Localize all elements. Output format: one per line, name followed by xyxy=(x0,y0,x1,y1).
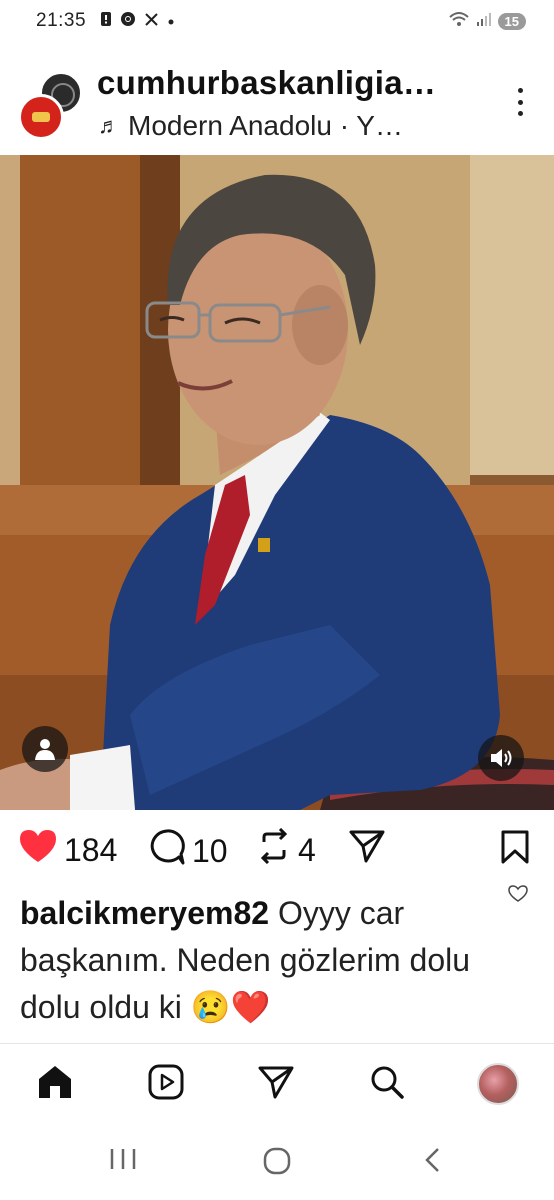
battery-icon: 15 xyxy=(497,13,526,30)
alert-icon xyxy=(100,11,112,31)
audio-title: Modern Anadolu · Y… xyxy=(128,110,403,141)
heart-outline-icon xyxy=(508,885,528,907)
person-icon xyxy=(34,737,56,761)
save-button[interactable] xyxy=(500,830,530,869)
status-time: 21:35 xyxy=(36,10,87,31)
action-bar: 184 10 4 xyxy=(0,820,554,880)
like-count: 184 xyxy=(64,831,118,868)
wifi-icon xyxy=(448,10,470,33)
system-nav xyxy=(0,1130,554,1200)
chrome-icon xyxy=(120,11,136,31)
signal-icon xyxy=(476,11,492,32)
search-icon xyxy=(369,1064,405,1105)
direct-icon xyxy=(257,1064,295,1105)
comment-button[interactable]: 10 xyxy=(148,828,228,874)
status-bar: 21:35 15 xyxy=(0,0,554,40)
bottom-nav xyxy=(0,1050,554,1120)
post-header: cumhurbaskanligia… ♬ Modern Anadolu · Y… xyxy=(0,52,554,152)
send-icon xyxy=(348,828,386,872)
nav-profile[interactable] xyxy=(476,1062,520,1106)
comment-icon xyxy=(148,828,186,874)
home-system-button[interactable] xyxy=(262,1146,292,1181)
heart-filled-icon xyxy=(18,828,58,872)
repost-icon xyxy=(256,827,292,872)
speaker-icon xyxy=(489,747,513,769)
featured-comment: balcikmeryem82 Oyyy car başkanım. Neden … xyxy=(20,890,500,1031)
comment-username[interactable]: balcikmeryem82 xyxy=(20,895,269,931)
post-photo[interactable] xyxy=(0,155,554,810)
tagged-people-button[interactable] xyxy=(22,726,68,772)
dot-icon xyxy=(167,13,175,30)
notification-icons xyxy=(100,11,175,31)
audio-link[interactable]: ♬ Modern Anadolu · Y… xyxy=(98,110,403,142)
nav-home[interactable] xyxy=(33,1062,77,1106)
home-icon xyxy=(36,1064,74,1105)
share-button[interactable] xyxy=(348,828,386,872)
nav-direct[interactable] xyxy=(254,1062,298,1106)
comment-like-button[interactable] xyxy=(508,885,528,908)
x-icon xyxy=(144,12,159,31)
back-icon xyxy=(422,1148,444,1178)
music-note-icon: ♬ xyxy=(98,113,120,138)
account-name[interactable]: cumhurbaskanligia… xyxy=(97,64,436,102)
home-circle-icon xyxy=(262,1147,292,1180)
system-status: 15 xyxy=(448,10,526,33)
like-button[interactable]: 184 xyxy=(18,828,117,872)
divider xyxy=(0,1043,554,1044)
repost-button[interactable]: 4 xyxy=(256,827,316,872)
owner-avatar xyxy=(18,94,64,140)
reels-icon xyxy=(148,1064,184,1105)
profile-avatar xyxy=(477,1063,519,1105)
nav-reels[interactable] xyxy=(144,1062,188,1106)
recents-button[interactable] xyxy=(108,1146,138,1177)
bookmark-icon xyxy=(500,830,530,868)
recents-icon xyxy=(108,1149,138,1176)
mute-button[interactable] xyxy=(478,735,524,781)
nav-search[interactable] xyxy=(365,1062,409,1106)
repost-count: 4 xyxy=(298,831,316,868)
comment-count: 10 xyxy=(192,832,228,869)
account-avatar[interactable] xyxy=(18,72,82,140)
back-button[interactable] xyxy=(422,1146,444,1179)
more-options-icon[interactable] xyxy=(518,88,524,116)
